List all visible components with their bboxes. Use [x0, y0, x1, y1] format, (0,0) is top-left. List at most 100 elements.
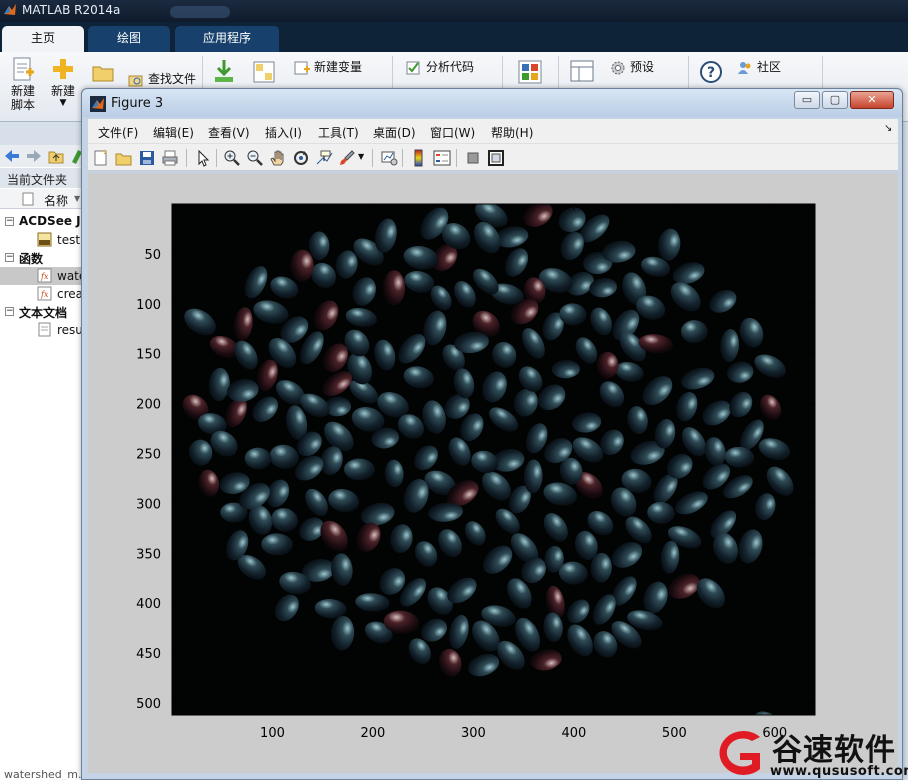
- community-button[interactable]: 社区: [737, 58, 781, 76]
- analyze-code-button[interactable]: 分析代码: [406, 58, 474, 75]
- svg-text:?: ?: [707, 65, 715, 81]
- ribbon-tabs: 主页 绘图 应用程序: [0, 22, 908, 52]
- data-cursor-icon[interactable]: [315, 149, 333, 167]
- find-files-icon: [128, 75, 143, 86]
- new-figure-icon[interactable]: [92, 149, 110, 167]
- name-column-header[interactable]: 名称 ▼: [0, 189, 84, 209]
- brush-dropdown-icon[interactable]: ▼: [358, 152, 364, 161]
- tree-group-acdsee[interactable]: − ACDSee JI: [0, 213, 84, 231]
- y-tick-label: 500: [136, 697, 161, 712]
- zoom-out-icon[interactable]: [246, 149, 264, 167]
- tab-plots[interactable]: 绘图: [88, 26, 170, 52]
- hide-plot-tools-icon[interactable]: [464, 149, 482, 167]
- help-icon[interactable]: ?: [699, 60, 723, 84]
- figure-titlebar[interactable]: Figure 3 ▭ ▢ ✕: [82, 89, 902, 117]
- new-variable-icon: [294, 61, 310, 74]
- app-title: MATLAB R2014a: [22, 3, 121, 17]
- x-tick-label: 400: [561, 726, 586, 741]
- title-blur: [170, 6, 230, 18]
- menu-file[interactable]: 文件(F): [98, 124, 138, 141]
- new-script-button[interactable]: 新建 脚本: [6, 56, 40, 112]
- toolbar-separator: [456, 149, 457, 167]
- menu-help[interactable]: 帮助(H): [491, 124, 533, 141]
- figure-title: Figure 3: [111, 96, 164, 111]
- preferences-button[interactable]: 预设: [610, 58, 654, 76]
- link-plot-icon[interactable]: [380, 149, 398, 167]
- tree-group-label: 文本文档: [19, 306, 68, 320]
- y-tick-label: 450: [136, 647, 161, 662]
- rotate-3d-icon[interactable]: [292, 149, 310, 167]
- menu-tools[interactable]: 工具(T): [318, 124, 359, 141]
- save-workspace-icon[interactable]: [252, 60, 276, 84]
- x-tick-label: 100: [260, 726, 285, 741]
- menu-window[interactable]: 窗口(W): [430, 124, 475, 141]
- new-plus-icon: [53, 59, 73, 79]
- tree-group-text-docs[interactable]: − 文本文档: [0, 303, 84, 321]
- restore-button[interactable]: ▢: [822, 91, 848, 109]
- tab-home[interactable]: 主页: [2, 26, 84, 52]
- matlab-logo-icon: [90, 96, 106, 112]
- back-arrow-icon[interactable]: [4, 149, 20, 163]
- tree-file-wate[interactable]: fx wate: [0, 267, 84, 285]
- colorbar-icon[interactable]: [410, 149, 428, 167]
- menu-edit[interactable]: 编辑(E): [153, 124, 194, 141]
- x-tick-label: 500: [662, 726, 687, 741]
- new-label: 新建: [50, 84, 75, 98]
- simulink-library-icon[interactable]: [518, 60, 542, 84]
- legend-icon[interactable]: [433, 149, 451, 167]
- up-folder-icon[interactable]: [48, 148, 64, 164]
- y-tick-label: 350: [136, 547, 161, 562]
- sort-arrow-icon: ▼: [74, 194, 81, 203]
- toolbar-separator: [402, 149, 403, 167]
- tree-group-label: 函数: [19, 252, 44, 266]
- layout-icon[interactable]: [570, 60, 594, 82]
- pointer-icon[interactable]: [194, 149, 212, 167]
- community-icon: [738, 61, 751, 74]
- print-icon[interactable]: [161, 149, 179, 167]
- new-script-icon: [13, 57, 34, 81]
- new-button[interactable]: 新建 ▼: [48, 56, 78, 108]
- bean: [308, 231, 330, 261]
- tree-file-label: wate: [57, 269, 84, 283]
- brush-icon[interactable]: [338, 149, 356, 167]
- folder-nav-toolbar: [0, 145, 84, 167]
- function-file-icon: fx: [37, 268, 52, 283]
- collapse-toggle-icon[interactable]: −: [5, 253, 14, 262]
- tree-file-resu[interactable]: resu: [0, 321, 84, 339]
- open-file-icon[interactable]: [115, 149, 133, 167]
- show-plot-tools-icon[interactable]: [487, 149, 505, 167]
- community-label: 社区: [757, 60, 782, 74]
- collapse-toggle-icon[interactable]: −: [5, 307, 14, 316]
- matlab-titlebar: MATLAB R2014a: [0, 0, 908, 22]
- zoom-in-icon[interactable]: [223, 149, 241, 167]
- close-button[interactable]: ✕: [850, 91, 894, 109]
- tree-file-test[interactable]: test.: [0, 231, 84, 249]
- gear-icon: [611, 61, 625, 74]
- function-file-icon: fx: [37, 286, 52, 301]
- y-tick-label: 250: [136, 448, 161, 463]
- tab-apps[interactable]: 应用程序: [175, 26, 279, 52]
- find-files-button[interactable]: 查找文件: [128, 70, 196, 87]
- menu-insert[interactable]: 插入(I): [265, 124, 302, 141]
- tree-group-functions[interactable]: − 函数: [0, 249, 84, 267]
- save-icon[interactable]: [138, 149, 156, 167]
- watermark-brand: 谷速软件: [772, 733, 896, 768]
- axes-plot[interactable]: 100 200 300 400 500 600 501001502002503003504…: [88, 173, 898, 773]
- y-tick-label: 50: [144, 248, 161, 263]
- new-variable-button[interactable]: 新建变量: [294, 58, 362, 75]
- toolbar-separator: [216, 149, 217, 167]
- minimize-button[interactable]: ▭: [794, 91, 820, 109]
- figure-canvas[interactable]: 100 200 300 400 500 600 50 100 150 200 250 300 350 4…: [88, 173, 898, 773]
- menu-view[interactable]: 查看(V): [208, 124, 250, 141]
- menu-desktop[interactable]: 桌面(D): [373, 124, 416, 141]
- collapse-toggle-icon[interactable]: −: [5, 217, 14, 226]
- pan-hand-icon[interactable]: [269, 149, 287, 167]
- text-file-icon: [38, 322, 51, 337]
- open-folder-icon[interactable]: [92, 64, 114, 82]
- tree-file-crea[interactable]: fx crea: [0, 285, 84, 303]
- forward-arrow-icon[interactable]: [26, 149, 42, 163]
- analyze-code-icon: [406, 61, 420, 74]
- new-dropdown-icon: ▼: [59, 98, 67, 108]
- import-data-icon[interactable]: [212, 58, 236, 84]
- dock-arrow-icon[interactable]: ↘: [884, 123, 892, 134]
